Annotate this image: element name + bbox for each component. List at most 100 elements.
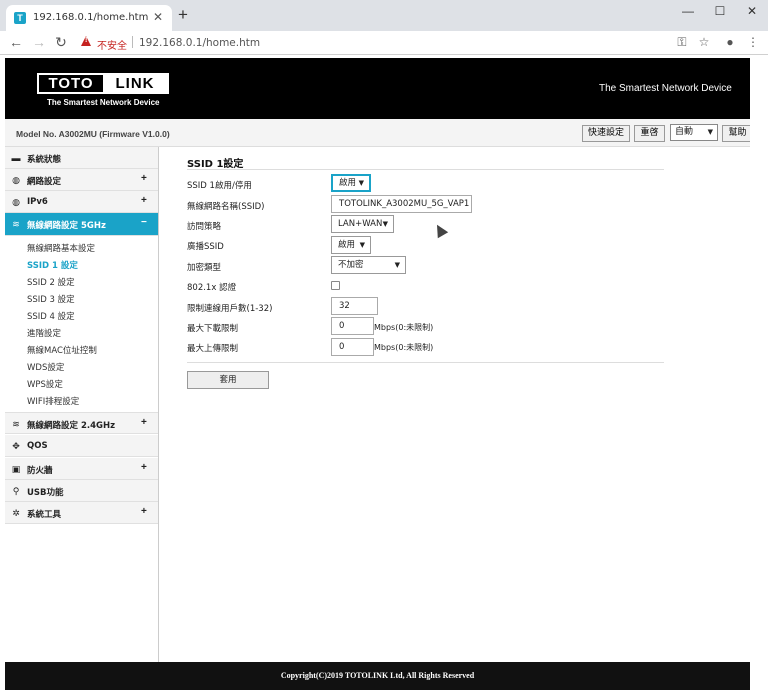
logo-left-text: TOTO	[48, 75, 94, 92]
chevron-down-icon: ▼	[707, 128, 713, 136]
subitem-ssid2[interactable]: SSID 2 設定	[27, 276, 75, 288]
totolink-logo: TOTO LINK	[37, 73, 169, 94]
upload-unit: Mbps(0:未限制)	[374, 343, 434, 352]
ssid-enable-select[interactable]: 啟用 ▼	[331, 174, 371, 192]
sidebar-item-wireless-5g[interactable]: ≋ 無線網路設定 5GHz −	[5, 213, 158, 236]
subitem-wps[interactable]: WPS設定	[27, 378, 63, 390]
maximize-icon[interactable]: ☐	[710, 3, 730, 19]
browser-toolbar: ← → ↻ 不安全 192.168.0.1/home.htm ⚿ ☆ ● ⋮	[0, 31, 768, 55]
expand-icon: +	[141, 506, 147, 517]
reload-icon[interactable]: ↻	[53, 34, 69, 50]
browser-titlebar: T 192.168.0.1/home.htm ✕ + — ☐ ✕	[0, 0, 768, 31]
globe-icon: ◍	[12, 175, 20, 185]
auth-label: 802.1x 認證	[187, 283, 237, 293]
lock-icon: ▣	[11, 464, 21, 474]
chevron-down-icon: ▼	[382, 220, 388, 228]
subitem-basic[interactable]: 無線網路基本設定	[27, 242, 95, 254]
chevron-down-icon: ▼	[358, 179, 364, 187]
page-header: TOTO LINK The Smartest Network Device Th…	[5, 58, 750, 119]
expand-icon: +	[141, 195, 147, 206]
download-limit-input[interactable]: 0	[331, 317, 374, 335]
sidebar-item-network[interactable]: ◍ 網路設定 +	[5, 169, 158, 191]
sidebar-item-system-tools[interactable]: ✲ 系統工具 +	[5, 502, 158, 524]
title-divider	[187, 169, 664, 170]
tab-favicon-icon: T	[14, 12, 26, 24]
globe-icon: ◍	[12, 197, 20, 207]
encryption-select[interactable]: 不加密 ▼	[331, 256, 406, 274]
address-separator	[132, 36, 133, 48]
reboot-button[interactable]: 重啓	[634, 125, 665, 142]
model-bar: Model No. A3002MU (Firmware V1.0.0) 快速設定…	[5, 119, 753, 147]
access-policy-select[interactable]: LAN+WAN ▼	[331, 215, 394, 233]
tab-title: 192.168.0.1/home.htm	[33, 12, 149, 23]
language-select[interactable]: 自動 ▼	[670, 124, 718, 141]
language-value: 自動	[675, 127, 694, 137]
broadcast-ssid-value: 啟用	[338, 240, 356, 250]
sidebar-item-label: 無線網路設定 2.4GHz	[27, 421, 116, 431]
page-footer: Copyright(C)2019 TOTOLINK Ltd, All Right…	[5, 662, 750, 690]
chevron-down-icon: ▼	[394, 261, 400, 269]
max-clients-input[interactable]: 32	[331, 297, 378, 315]
router-page: TOTO LINK The Smartest Network Device Th…	[5, 58, 753, 690]
expand-icon: +	[141, 417, 147, 428]
sidebar-item-wireless-24g[interactable]: ≋ 無線網路設定 2.4GHz +	[5, 412, 158, 434]
collapse-icon: −	[141, 217, 147, 228]
subitem-advanced[interactable]: 進階設定	[27, 327, 61, 339]
sidebar-item-firewall[interactable]: ▣ 防火牆 +	[5, 458, 158, 480]
subitem-ssid3[interactable]: SSID 3 設定	[27, 293, 75, 305]
max-clients-label: 限制連線用戶數(1-32)	[187, 304, 273, 314]
browser-frame-edge	[750, 55, 768, 690]
browser-tab[interactable]: T 192.168.0.1/home.htm ✕	[6, 5, 172, 31]
sidebar-item-label: USB功能	[27, 488, 64, 498]
page-title: SSID 1設定	[187, 159, 244, 170]
back-icon[interactable]: ←	[8, 34, 24, 50]
wifi-icon: ≋	[12, 219, 20, 229]
window-close-icon[interactable]: ✕	[742, 3, 762, 19]
warning-icon	[81, 36, 91, 46]
sidebar-item-ipv6[interactable]: ◍ IPv6 +	[5, 191, 158, 213]
broadcast-label: 廣播SSID	[187, 242, 224, 252]
qos-icon: ✥	[12, 441, 20, 451]
menu-dots-icon[interactable]: ⋮	[746, 35, 760, 49]
ssid-label: 無線網路名稱(SSID)	[187, 202, 265, 212]
wifi-icon: ≋	[12, 419, 20, 429]
sidebar-item-status[interactable]: ▬ 系統狀態	[5, 147, 158, 169]
star-icon[interactable]: ☆	[697, 35, 711, 49]
sidebar-item-label: QOS	[27, 441, 48, 451]
auth-8021x-checkbox[interactable]	[331, 281, 340, 290]
tab-close-icon[interactable]: ✕	[153, 10, 163, 24]
new-tab-icon[interactable]: +	[178, 6, 188, 23]
encryption-value: 不加密	[338, 260, 364, 270]
chat-icon: ▬	[11, 153, 21, 163]
sidebar-item-label: 無線網路設定 5GHz	[27, 221, 106, 231]
subitem-ssid4[interactable]: SSID 4 設定	[27, 310, 75, 322]
ssid-input[interactable]: TOTOLINK_A3002MU_5G_VAP1	[331, 195, 472, 213]
access-label: 訪問策略	[187, 222, 222, 232]
key-icon[interactable]: ⚿	[675, 35, 689, 49]
minimize-icon[interactable]: —	[678, 3, 698, 19]
sidebar-item-qos[interactable]: ✥ QOS	[5, 435, 158, 457]
subitem-ssid1[interactable]: SSID 1 設定	[27, 259, 78, 271]
subitem-wds[interactable]: WDS設定	[27, 361, 64, 373]
apply-button[interactable]: 套用	[187, 371, 269, 389]
address-bar[interactable]: 不安全 192.168.0.1/home.htm	[77, 35, 597, 52]
subitem-wifi-schedule[interactable]: WIFI排程設定	[27, 395, 79, 407]
usb-icon: ⚲	[12, 486, 20, 496]
sidebar-item-usb[interactable]: ⚲ USB功能	[5, 480, 158, 502]
upload-limit-input[interactable]: 0	[331, 338, 374, 356]
chevron-down-icon: ▼	[359, 241, 365, 249]
sidebar-item-label: IPv6	[27, 197, 48, 207]
quick-setup-button[interactable]: 快速設定	[582, 125, 630, 142]
insecure-label: 不安全	[97, 41, 127, 52]
subitem-mac-control[interactable]: 無線MAC位址控制	[27, 344, 97, 356]
form-divider	[187, 362, 664, 363]
expand-icon: +	[141, 462, 147, 473]
download-limit-label: 最大下載限制	[187, 324, 239, 334]
encrypt-label: 加密類型	[187, 263, 222, 273]
sidebar-item-label: 系統狀態	[27, 155, 62, 165]
sidebar-item-label: 防火牆	[27, 466, 53, 476]
forward-icon[interactable]: →	[31, 34, 47, 50]
help-button[interactable]: 幫助	[722, 125, 753, 142]
profile-icon[interactable]: ●	[723, 35, 737, 49]
broadcast-ssid-select[interactable]: 啟用 ▼	[331, 236, 371, 254]
